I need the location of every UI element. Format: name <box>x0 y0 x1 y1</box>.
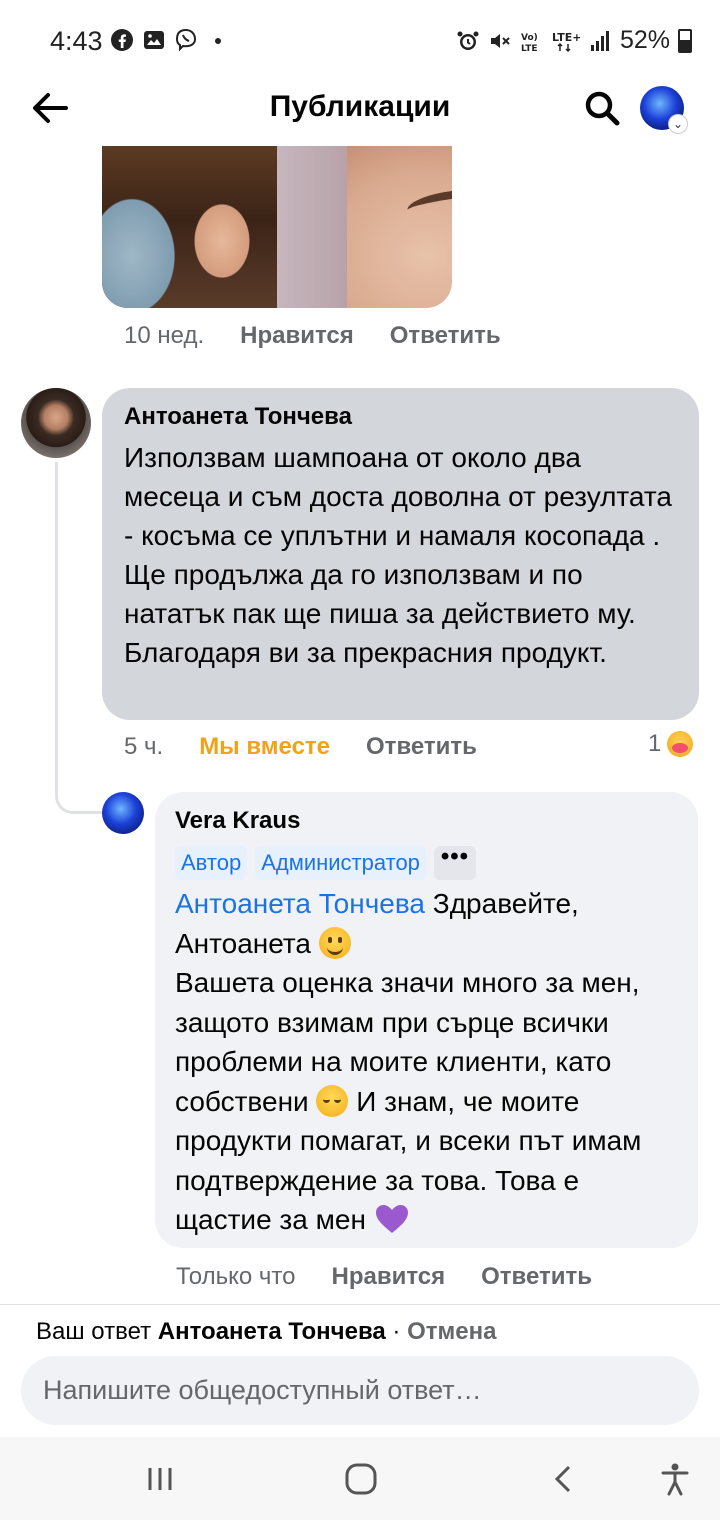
system-nav-bar <box>0 1437 720 1520</box>
accessibility-icon <box>661 1463 689 1496</box>
svg-text:LTE+: LTE+ <box>552 31 580 44</box>
admin-badge[interactable]: Администратор <box>255 846 426 880</box>
reply-button[interactable]: Ответить <box>481 1263 592 1291</box>
separator: · <box>385 1318 408 1345</box>
replying-to-bar: Ваш ответ Антоанета Тончева · Отмена <box>36 1318 496 1346</box>
app-header: Публикации ⌄ <box>0 84 720 134</box>
volte-icon: Vo)LTE <box>521 33 538 53</box>
home-icon <box>345 1463 377 1495</box>
photo-left-half <box>102 146 277 308</box>
reply-time: Только что <box>176 1263 296 1290</box>
author-badges: Автор Администратор ••• <box>175 845 678 880</box>
comment-actions: 5 ч. Мы вместе Ответить <box>124 733 477 761</box>
reply-bubble[interactable]: Vera Kraus Автор Администратор ••• Антоа… <box>155 792 698 1248</box>
recent-apps-button[interactable] <box>135 1457 185 1501</box>
comment-text: Използвам шампоана от около два месеца и… <box>124 442 672 668</box>
chevron-left-icon <box>554 1465 571 1493</box>
recent-apps-icon <box>148 1468 172 1490</box>
search-button[interactable] <box>580 86 624 130</box>
status-right: Vo) LTE LTE+ 52% <box>456 26 692 55</box>
lte-icon: LTE+ <box>552 31 580 52</box>
photo-comment-actions: 10 нед. Нравится Ответить <box>124 322 501 350</box>
reaction-summary[interactable]: 1 <box>648 730 694 758</box>
viber-icon <box>175 28 197 52</box>
mention-link[interactable]: Антоанета Тончева <box>175 888 425 919</box>
accessibility-button[interactable] <box>650 1457 700 1501</box>
comment-bubble[interactable]: Антоанета Тончева Използвам шампоана от … <box>102 388 699 720</box>
comment-author[interactable]: Антоанета Тончева <box>124 402 677 432</box>
author-badge[interactable]: Автор <box>175 846 248 880</box>
facebook-icon <box>111 29 133 51</box>
divider <box>0 1304 720 1305</box>
status-left-icons <box>110 28 230 52</box>
profile-menu-button[interactable]: ⌄ <box>640 86 688 134</box>
purple-heart-icon <box>375 1205 408 1233</box>
comment-time: 10 нед. <box>124 322 205 349</box>
comment-time: 5 ч. <box>124 733 164 760</box>
status-time: 4:43 <box>50 26 103 56</box>
more-options-icon[interactable]: ••• <box>433 845 476 880</box>
chevron-down-icon: ⌄ <box>668 114 688 134</box>
care-emoji-icon <box>667 731 694 757</box>
reply-author[interactable]: Vera Kraus <box>175 806 678 836</box>
reaction-button[interactable]: Мы вместе <box>199 733 330 761</box>
home-button[interactable] <box>336 1457 386 1501</box>
comment-photo[interactable] <box>102 146 452 308</box>
relieved-emoji-icon <box>316 1084 349 1117</box>
like-button[interactable]: Нравится <box>240 322 354 350</box>
replying-name: Антоанета Тончева <box>157 1318 386 1345</box>
svg-text:Vo): Vo) <box>521 33 538 43</box>
status-bar: 4:43 Vo) LTE LTE+ 52% <box>0 0 720 84</box>
reaction-count: 1 <box>648 730 662 757</box>
reply-author-avatar[interactable] <box>102 792 144 834</box>
signal-icon <box>590 30 609 51</box>
search-icon <box>585 91 620 126</box>
commenter-avatar[interactable] <box>21 388 91 458</box>
thread-connector <box>55 462 105 814</box>
photo-right-half <box>277 146 452 308</box>
reply-button[interactable]: Ответить <box>390 322 501 350</box>
alarm-icon <box>457 31 479 50</box>
battery-icon <box>678 28 692 53</box>
back-nav-button[interactable] <box>538 1457 588 1501</box>
mute-icon <box>490 33 510 48</box>
cancel-reply-button[interactable]: Отмена <box>407 1318 496 1345</box>
reply-input[interactable] <box>21 1356 699 1425</box>
gallery-icon <box>144 31 164 49</box>
dot-icon <box>215 38 221 44</box>
reply-actions: Только что Нравится Ответить <box>176 1263 592 1291</box>
replying-prefix: Ваш ответ <box>36 1318 158 1345</box>
battery-percent: 52% <box>619 26 670 54</box>
reply-text: Антоанета Тончева Здравейте, Антоанета В… <box>175 884 678 1240</box>
reply-button[interactable]: Ответить <box>366 733 477 761</box>
svg-text:LTE: LTE <box>521 44 538 53</box>
like-button[interactable]: Нравится <box>331 1263 445 1291</box>
smile-emoji-icon <box>318 926 351 959</box>
